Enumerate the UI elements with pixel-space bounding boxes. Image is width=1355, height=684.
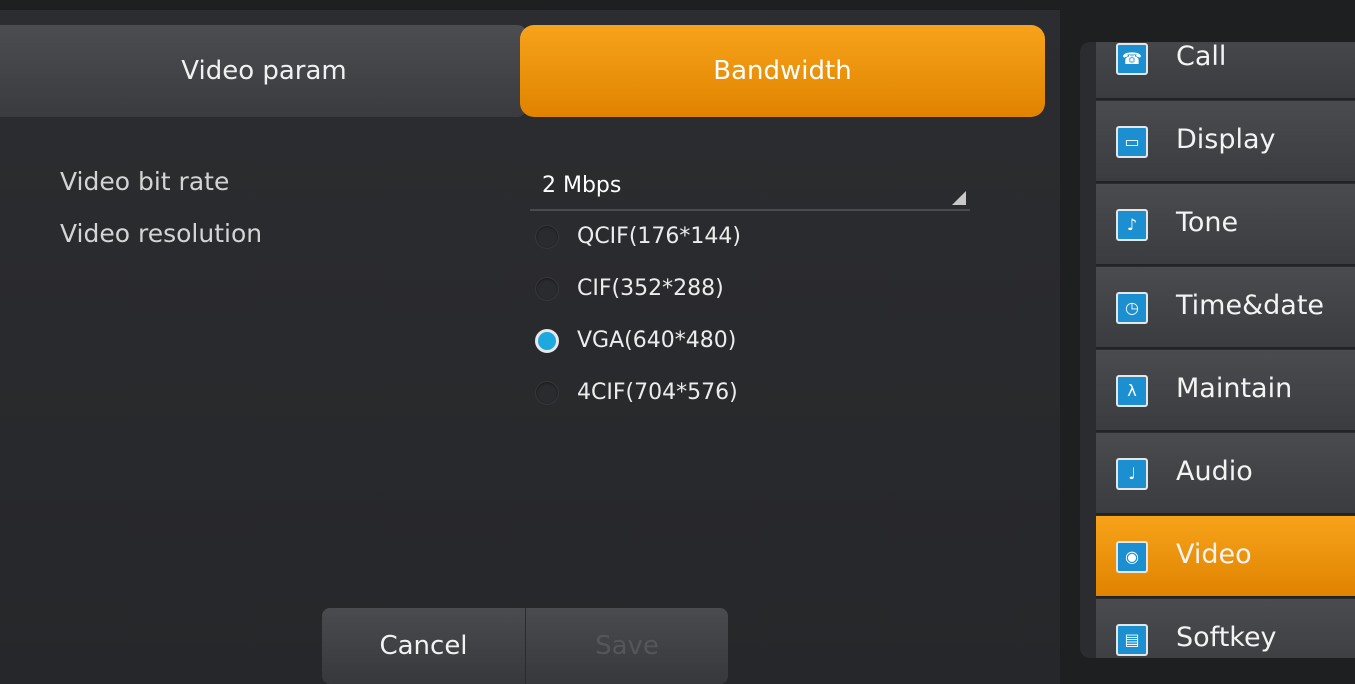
video-bit-rate-select[interactable]: 2 Mbps: [530, 165, 970, 211]
sidebar-item-audio[interactable]: ♩ Audio: [1096, 433, 1355, 515]
tab-video-param[interactable]: Video param: [0, 25, 530, 117]
resolution-option-label: VGA(640*480): [577, 328, 737, 353]
resolution-option-label: 4CIF(704*576): [577, 380, 738, 405]
microphone-icon: ♩: [1116, 458, 1148, 490]
clock-icon: ◷: [1116, 292, 1148, 324]
call-icon: ☎: [1116, 43, 1148, 75]
sidebar-item-label: Tone: [1176, 207, 1239, 238]
video-icon: ◉: [1116, 541, 1148, 573]
video-resolution-label: Video resolution: [60, 219, 263, 248]
sidebar-item-label: Audio: [1176, 456, 1253, 487]
sidebar-item-softkey[interactable]: ▤ Softkey: [1096, 599, 1355, 658]
sidebar-item-timedate[interactable]: ◷ Time&date: [1096, 267, 1355, 349]
sidebar-item-label: Softkey: [1176, 622, 1277, 653]
sidebar-item-label: Call: [1176, 42, 1227, 72]
dropdown-arrow-icon: [952, 191, 966, 205]
maintain-icon: λ: [1116, 375, 1148, 407]
sidebar-item-label: Time&date: [1176, 290, 1325, 321]
sidebar-item-video[interactable]: ◉ Video: [1096, 516, 1355, 598]
save-button[interactable]: Save: [526, 608, 728, 684]
settings-panel: Video param Bandwidth Video bit rate Vid…: [0, 10, 1060, 684]
settings-sidebar: ☎ Call ▭ Display ♪ Tone ◷ Time&date λ Ma…: [1080, 42, 1355, 658]
sidebar-item-call[interactable]: ☎ Call: [1096, 42, 1355, 100]
tone-icon: ♪: [1116, 209, 1148, 241]
sidebar-item-display[interactable]: ▭ Display: [1096, 101, 1355, 183]
resolution-option-label: QCIF(176*144): [577, 224, 741, 249]
resolution-option-label: CIF(352*288): [577, 276, 724, 301]
radio-unchecked-icon[interactable]: [535, 277, 559, 301]
sidebar-item-label: Maintain: [1176, 373, 1293, 404]
tab-bandwidth[interactable]: Bandwidth: [520, 25, 1045, 117]
sidebar-item-label: Display: [1176, 124, 1276, 155]
sidebar-item-maintain[interactable]: λ Maintain: [1096, 350, 1355, 432]
video-bit-rate-label: Video bit rate: [60, 167, 230, 196]
radio-checked-icon[interactable]: [535, 329, 559, 353]
tab-bar: Video param Bandwidth: [0, 25, 1045, 117]
sidebar-item-tone[interactable]: ♪ Tone: [1096, 184, 1355, 266]
radio-unchecked-icon[interactable]: [535, 381, 559, 405]
video-bit-rate-value: 2 Mbps: [542, 173, 622, 198]
radio-unchecked-icon[interactable]: [535, 225, 559, 249]
display-icon: ▭: [1116, 126, 1148, 158]
sidebar-item-label: Video: [1176, 539, 1252, 570]
cancel-button[interactable]: Cancel: [322, 608, 526, 684]
softkey-icon: ▤: [1116, 624, 1148, 656]
